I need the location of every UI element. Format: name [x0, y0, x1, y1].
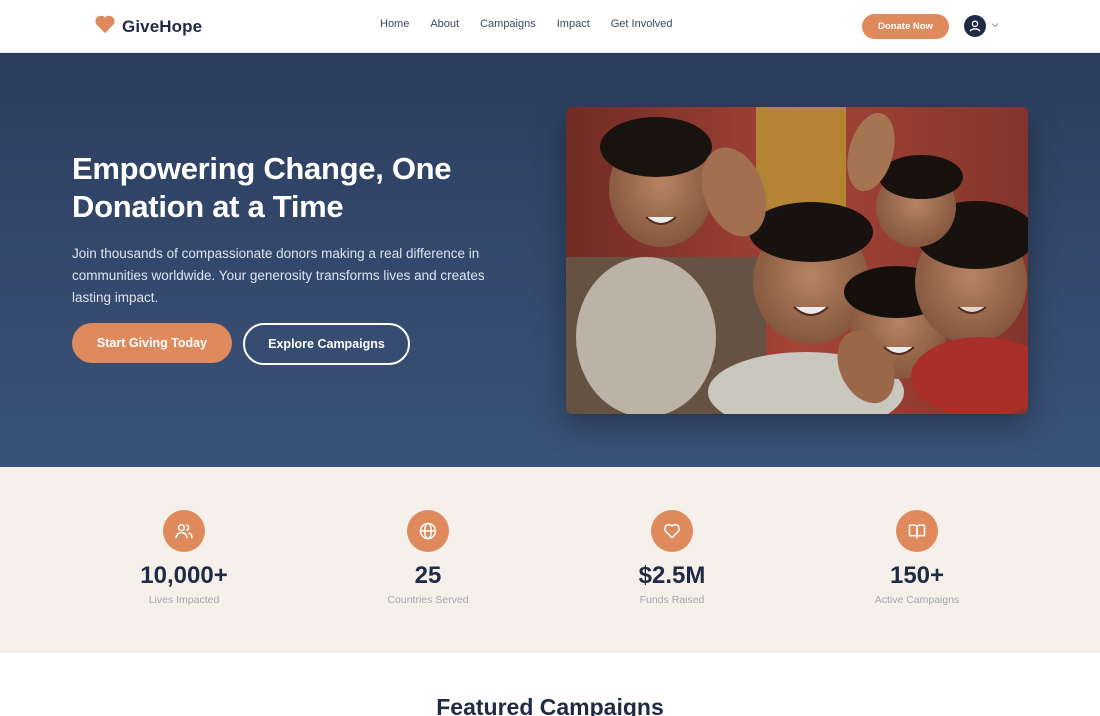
nav-link-home[interactable]: Home — [380, 18, 409, 30]
main-nav: Home About Campaigns Impact Get Involved — [380, 18, 673, 30]
user-avatar-icon[interactable] — [964, 15, 986, 37]
hero-title: Empowering Change, One Donation at a Tim… — [72, 151, 452, 224]
hero-section: Empowering Change, One Donation at a Tim… — [0, 53, 1100, 467]
explore-campaigns-button[interactable]: Explore Campaigns — [243, 323, 410, 365]
nav-link-campaigns[interactable]: Campaigns — [480, 18, 536, 30]
stat-label: Lives Impacted — [148, 594, 220, 606]
stat-funds-raised: $2.5M Funds Raised — [582, 510, 762, 606]
featured-campaigns-heading: Featured Campaigns — [436, 694, 664, 716]
hero-photo — [566, 107, 1028, 414]
stat-value: $2.5M — [638, 562, 706, 589]
heart-logo-icon — [94, 14, 116, 39]
stat-active-campaigns: 150+ Active Campaigns — [827, 510, 1007, 606]
brand-name: GiveHope — [122, 16, 203, 36]
stat-label: Active Campaigns — [874, 594, 960, 606]
brand-logo[interactable]: GiveHope — [94, 14, 202, 39]
stat-value: 150+ — [889, 562, 945, 589]
users-icon — [163, 510, 205, 552]
hero-subtitle: Join thousands of compassionate donors m… — [72, 246, 485, 305]
stat-label: Funds Raised — [639, 594, 705, 606]
stat-lives-impacted: 10,000+ Lives Impacted — [94, 510, 274, 606]
top-navbar: GiveHope Home About Campaigns Impact Get… — [0, 0, 1100, 53]
stat-label: Countries Served — [387, 594, 469, 606]
user-menu[interactable] — [964, 15, 1000, 37]
globe-icon — [407, 510, 449, 552]
stat-value: 10,000+ — [140, 562, 228, 589]
chevron-down-icon[interactable] — [990, 17, 1000, 35]
stat-value: 25 — [414, 562, 442, 589]
book-icon — [896, 510, 938, 552]
nav-link-about[interactable]: About — [430, 18, 459, 30]
donate-now-button[interactable]: Donate Now — [862, 14, 949, 39]
heart-icon — [651, 510, 693, 552]
nav-link-get-involved[interactable]: Get Involved — [611, 18, 673, 30]
nav-link-impact[interactable]: Impact — [557, 18, 590, 30]
start-giving-button[interactable]: Start Giving Today — [72, 323, 232, 363]
stat-countries-served: 25 Countries Served — [338, 510, 518, 606]
stats-section: 10,000+ Lives Impacted 25 Countries Serv… — [0, 467, 1100, 653]
